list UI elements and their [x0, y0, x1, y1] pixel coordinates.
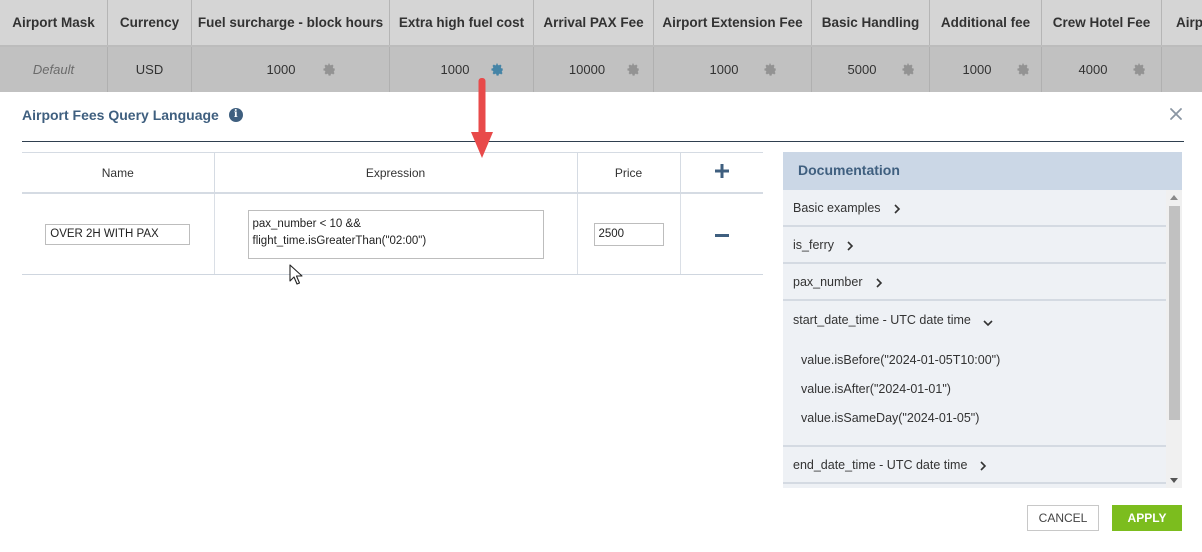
documentation-list: Basic examples is_ferry pax_number start…	[783, 190, 1166, 484]
scroll-down-icon[interactable]	[1170, 478, 1178, 483]
mouse-cursor-icon	[289, 264, 303, 285]
price-cell	[577, 193, 681, 275]
doc-item-label: pax_number	[793, 274, 863, 289]
fees-table: Airport Mask Currency Fuel surcharge - b…	[0, 0, 1202, 92]
name-cell	[22, 193, 215, 275]
cancel-button[interactable]: CANCEL	[1027, 505, 1099, 531]
chevron-right-icon	[875, 277, 883, 288]
chevron-right-icon	[893, 203, 901, 214]
table-row: pax_number < 10 && flight_time.isGreater…	[22, 193, 763, 275]
documentation-title: Documentation	[783, 152, 1182, 190]
doc-item-is-ferry[interactable]: is_ferry	[783, 227, 1166, 264]
rules-table: Name Expression Price pax_n	[22, 152, 764, 275]
doc-item-pax-number[interactable]: pax_number	[783, 264, 1166, 301]
dialog-title: Airport Fees Query Language i	[22, 107, 243, 123]
add-rule-button[interactable]	[714, 164, 729, 181]
chevron-right-icon	[979, 460, 987, 471]
price-column-header: Price	[577, 152, 681, 194]
example-text: value.isBefore("2024-01-05T10:00")	[801, 353, 1001, 367]
doc-item-end-date-time[interactable]: end_date_time - UTC date time	[783, 447, 1166, 484]
chevron-right-icon	[846, 240, 854, 251]
modal-backdrop	[0, 0, 1202, 92]
apply-button[interactable]: APPLY	[1112, 505, 1182, 531]
query-language-dialog: Airport Fees Query Language i Name Expre…	[2, 92, 1200, 550]
dialog-title-text: Airport Fees Query Language	[22, 107, 219, 123]
expression-cell: pax_number < 10 && flight_time.isGreater…	[214, 193, 578, 275]
expression-column-header: Expression	[214, 152, 578, 194]
doc-item-start-date-time[interactable]: start_date_time - UTC date time	[783, 301, 1166, 338]
annotation-arrow-icon	[471, 78, 493, 158]
doc-item-basic-examples[interactable]: Basic examples	[783, 190, 1166, 227]
chevron-down-icon	[983, 316, 993, 326]
doc-item-examples: value.isBefore("2024-01-05T10:00") value…	[783, 338, 1166, 447]
doc-item-label: Basic examples	[793, 200, 881, 215]
name-column-header: Name	[22, 152, 215, 194]
info-icon[interactable]: i	[228, 108, 243, 122]
rules-table-header: Name Expression Price	[22, 152, 763, 194]
scroll-up-icon[interactable]	[1170, 195, 1178, 200]
example-text: value.isSameDay("2024-01-05")	[801, 411, 980, 425]
example-text: value.isAfter("2024-01-01")	[801, 382, 951, 396]
rule-name-input[interactable]	[45, 223, 191, 245]
doc-item-label: start_date_time - UTC date time	[793, 312, 971, 327]
remove-rule-cell	[680, 193, 763, 275]
doc-item-label: end_date_time - UTC date time	[793, 457, 968, 472]
close-icon[interactable]	[1168, 106, 1184, 122]
documentation-panel: Documentation Basic examples is_ferry pa…	[783, 152, 1182, 488]
rule-price-input[interactable]	[593, 222, 664, 246]
scroll-thumb[interactable]	[1169, 206, 1180, 420]
documentation-scrollbar[interactable]	[1166, 190, 1182, 488]
add-rule-cell	[680, 152, 763, 194]
remove-rule-button[interactable]	[714, 225, 729, 243]
rule-expression-input[interactable]: pax_number < 10 && flight_time.isGreater…	[247, 209, 544, 259]
doc-item-label: is_ferry	[793, 237, 834, 252]
title-divider	[22, 141, 1184, 142]
